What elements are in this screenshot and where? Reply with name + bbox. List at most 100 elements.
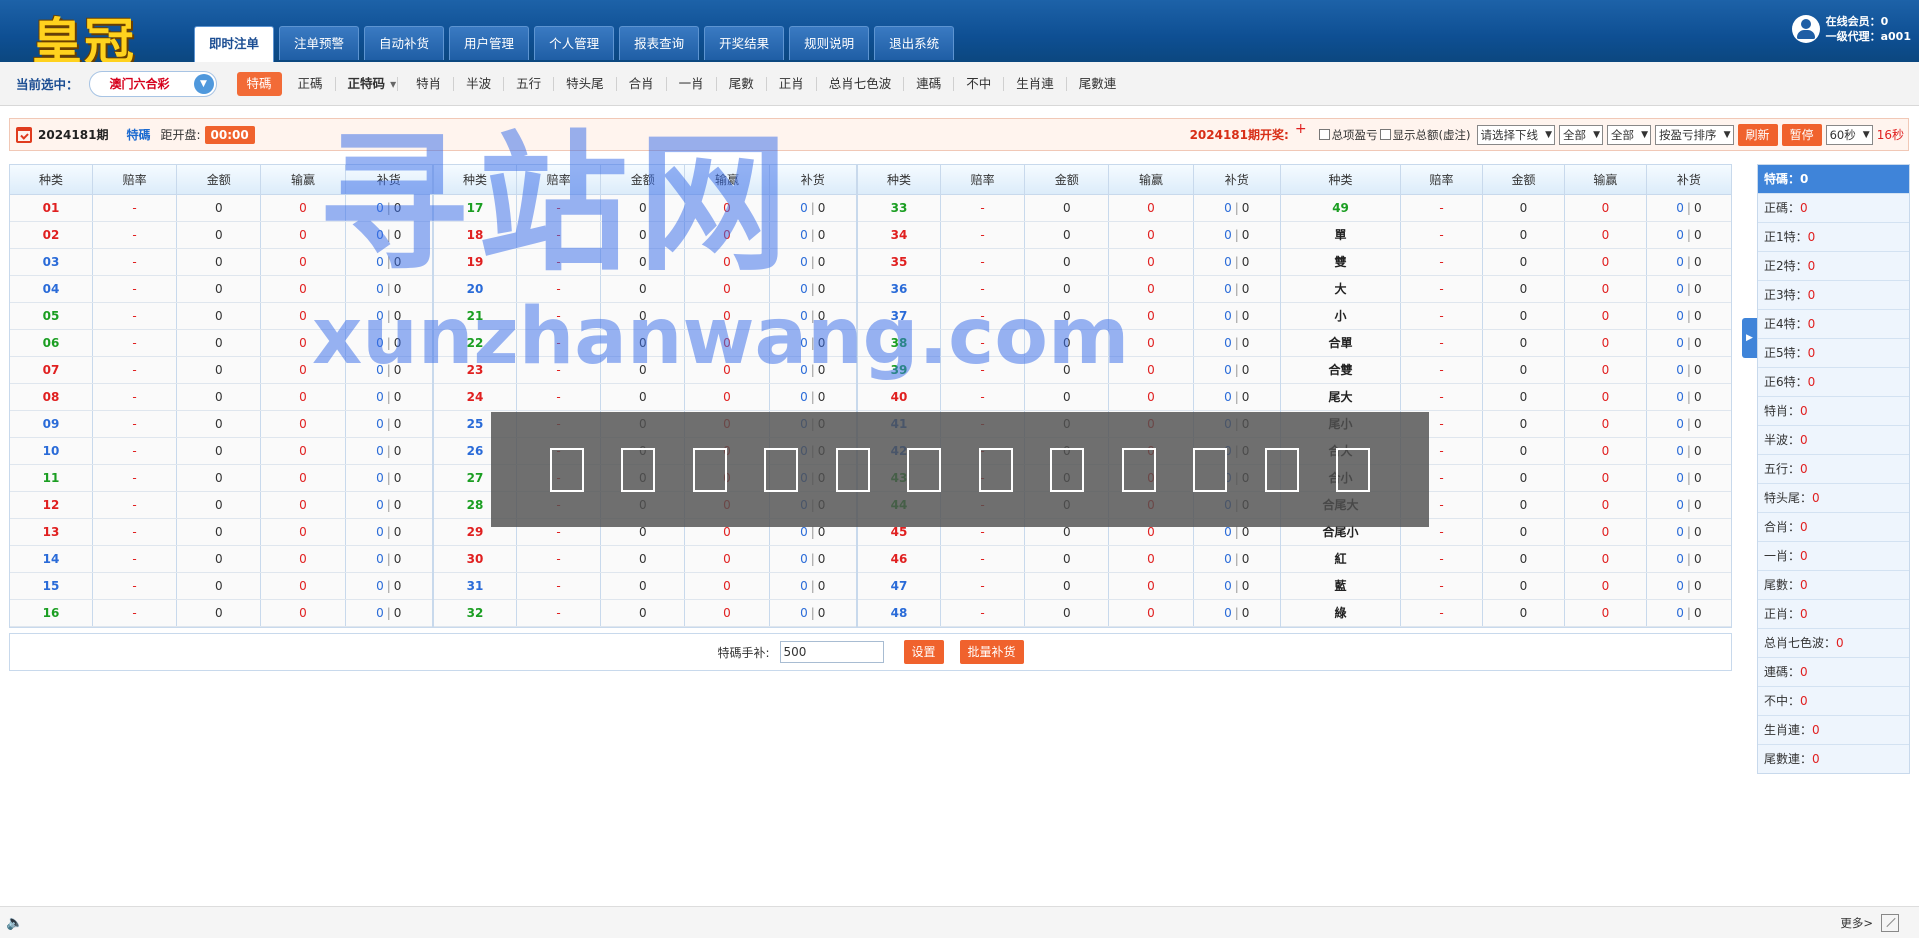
chevron-down-icon[interactable]: ▼ [193,73,214,94]
hedge-cell[interactable]: 0|0 [1193,329,1280,357]
hedge-cell[interactable]: 0|0 [345,599,432,627]
sidebar-item[interactable]: 正2特：0 [1758,251,1909,280]
bet-type-item[interactable]: 一肖 [667,76,717,91]
table-row[interactable]: 尾大 -0 0 0 | 0 [1281,383,1731,411]
bet-type-item[interactable]: 正特码 [336,76,399,91]
hedge-value[interactable]: 0 [1224,552,1232,566]
hedge-value[interactable]: 0 [1676,201,1684,215]
hedge-value[interactable]: 0 [1676,390,1684,404]
table-row[interactable]: 40-0 0 0 | 0 [858,383,1280,411]
nav-tab[interactable]: 报表查询 [619,26,700,60]
nav-tab[interactable]: 用户管理 [449,26,530,60]
sidebar-item[interactable]: 不中：0 [1758,686,1909,715]
hedge-value[interactable]: 0 [800,552,808,566]
hedge-value[interactable]: 0 [376,417,384,431]
bet-type-item[interactable]: 五行 [504,76,555,91]
table-row[interactable]: 13-0 0 0 | 0 [10,518,432,546]
sidebar-item[interactable]: 正5特：0 [1758,338,1909,367]
bet-type-item[interactable]: 生肖連 [1004,76,1067,91]
hedge-value[interactable]: 0 [376,390,384,404]
hedge-cell[interactable]: 0|0 [345,437,432,465]
table-row[interactable]: 35-0 0 0 | 0 [858,248,1280,276]
hedge-cell[interactable]: 0|0 [1193,545,1280,573]
table-row[interactable]: 48-0 0 0 | 0 [858,599,1280,627]
hedge-value[interactable]: 0 [800,201,808,215]
table-row[interactable]: 08-0 0 0 | 0 [10,383,432,411]
hedge-value[interactable]: 0 [376,498,384,512]
hedge-value[interactable]: 0 [376,444,384,458]
filter-select-1[interactable]: 全部 [1559,124,1604,145]
sidebar-item[interactable]: 正3特：0 [1758,280,1909,309]
table-row[interactable]: 15-0 0 0 | 0 [10,572,432,600]
hedge-cell[interactable]: 0|0 [1646,248,1731,276]
sidebar-item[interactable]: 連碼：0 [1758,657,1909,686]
hedge-cell[interactable]: 0|0 [345,545,432,573]
hedge-cell[interactable]: 0|0 [1646,275,1731,303]
sidebar-item[interactable]: 特肖：0 [1758,396,1909,425]
hedge-cell[interactable]: 0|0 [1193,248,1280,276]
hedge-cell[interactable]: 0|0 [345,410,432,438]
game-select[interactable]: 澳门六合彩 ▼ [88,70,217,97]
bet-type-item[interactable]: 正碼 [286,76,336,91]
hedge-cell[interactable]: 0|0 [1646,221,1731,249]
table-row[interactable]: 小 -0 0 0 | 0 [1281,302,1731,330]
table-row[interactable]: 09-0 0 0 | 0 [10,410,432,438]
filter-select-2[interactable]: 全部 [1607,124,1652,145]
plus-icon[interactable]: + [1295,121,1307,137]
hedge-cell[interactable]: 0|0 [1193,599,1280,627]
pause-button[interactable]: 暂停 [1781,123,1822,146]
table-row[interactable]: 24-0 0 0 | 0 [434,383,856,411]
nav-tab[interactable]: 即时注单 [194,26,275,62]
sidebar-item[interactable]: 特头尾：0 [1758,483,1909,512]
hedge-value[interactable]: 0 [1676,417,1684,431]
hedge-value[interactable]: 0 [376,552,384,566]
sidebar-item[interactable]: 正1特：0 [1758,222,1909,251]
checkbox-box[interactable] [1318,129,1330,140]
sidebar-item[interactable]: 一肖：0 [1758,541,1909,570]
hedge-cell[interactable]: 0|0 [769,599,856,627]
sidebar-item[interactable]: 尾數：0 [1758,570,1909,599]
hedge-cell[interactable]: 0|0 [1646,437,1731,465]
table-row[interactable]: 47-0 0 0 | 0 [858,572,1280,600]
sidebar-item[interactable]: 正6特：0 [1758,367,1909,396]
hedge-cell[interactable]: 0|0 [1193,275,1280,303]
sidebar-item[interactable]: 正肖：0 [1758,599,1909,628]
hedge-value[interactable]: 0 [1224,363,1232,377]
hedge-cell[interactable]: 0|0 [1646,194,1731,222]
hedge-value[interactable]: 0 [1676,444,1684,458]
set-button[interactable]: 设置 [903,640,944,664]
hedge-cell[interactable]: 0|0 [1193,383,1280,411]
nav-tab[interactable]: 开奖结果 [704,26,785,60]
hedge-value[interactable]: 0 [1676,309,1684,323]
hedge-cell[interactable]: 0|0 [769,383,856,411]
nav-tab[interactable]: 规则说明 [789,26,870,60]
hedge-cell[interactable]: 0|0 [1646,599,1731,627]
hedge-value[interactable]: 0 [376,606,384,620]
bet-type-item[interactable]: 特头尾 [554,76,617,91]
table-row[interactable]: 32-0 0 0 | 0 [434,599,856,627]
sidebar-item[interactable]: 正4特：0 [1758,309,1909,338]
bet-type-item[interactable]: 尾數 [717,76,767,91]
hedge-value[interactable]: 0 [376,579,384,593]
more-link[interactable]: 更多> [1840,915,1873,931]
sidebar-item[interactable]: 总肖七色波：0 [1758,628,1909,657]
nav-tab[interactable]: 退出系统 [874,26,955,60]
hedge-value[interactable]: 0 [800,579,808,593]
sidebar-item[interactable]: 五行：0 [1758,454,1909,483]
table-row[interactable]: 14-0 0 0 | 0 [10,545,432,573]
hedge-value[interactable]: 0 [1224,282,1232,296]
hedge-cell[interactable]: 0|0 [1646,545,1731,573]
hedge-cell[interactable]: 0|0 [1646,518,1731,546]
total-profit-checkbox[interactable]: 总项盈亏 [1318,127,1378,143]
bet-type-item[interactable]: 不中 [954,76,1005,91]
hedge-value[interactable]: 0 [1224,201,1232,215]
sidebar-toggle[interactable]: ▶ [1742,318,1757,358]
hedge-value[interactable]: 0 [1676,606,1684,620]
table-row[interactable]: 合單 -0 0 0 | 0 [1281,329,1731,357]
hedge-value[interactable]: 0 [800,255,808,269]
bet-type-item[interactable]: 正肖 [767,76,817,91]
hedge-cell[interactable]: 0|0 [1646,302,1731,330]
hedge-value[interactable]: 0 [1224,255,1232,269]
hedge-cell[interactable]: 0|0 [1646,410,1731,438]
sidebar-item[interactable]: 生肖連：0 [1758,715,1909,744]
